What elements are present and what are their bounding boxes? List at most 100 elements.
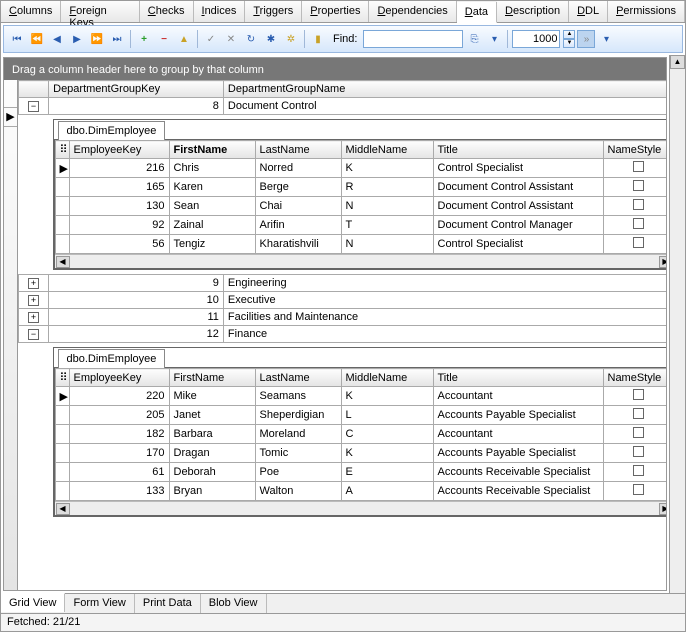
col-firstname[interactable]: FirstName (169, 369, 255, 387)
nav-first-icon[interactable]: ⏮ (8, 30, 26, 48)
cell-groupname[interactable]: Document Control (223, 98, 666, 115)
table-row[interactable]: 182BarbaraMorelandCAccountant (55, 425, 666, 444)
cell-namestyle[interactable] (603, 159, 666, 178)
cell-lastname[interactable]: Walton (255, 482, 341, 501)
checkbox-icon[interactable] (633, 427, 644, 438)
table-row[interactable]: ▶216ChrisNorredKControl Specialist (55, 159, 666, 178)
checkbox-icon[interactable] (633, 484, 644, 495)
col-middlename[interactable]: MiddleName (341, 369, 433, 387)
table-row[interactable]: 205JanetSheperdigianLAccounts Payable Sp… (55, 406, 666, 425)
cell-groupname[interactable]: Executive (223, 292, 666, 309)
cell-groupkey[interactable]: 9 (49, 275, 224, 292)
cell-title[interactable]: Control Specialist (433, 159, 603, 178)
cell-firstname[interactable]: Bryan (169, 482, 255, 501)
cell-lastname[interactable]: Chai (255, 197, 341, 216)
cell-groupkey[interactable]: 8 (49, 98, 224, 115)
find-input[interactable] (363, 30, 463, 48)
expand-icon[interactable]: + (28, 295, 39, 306)
cell-middlename[interactable]: K (341, 444, 433, 463)
cell-middlename[interactable]: N (341, 235, 433, 254)
bottom-tab-grid-view[interactable]: Grid View (1, 593, 65, 612)
col-title[interactable]: Title (433, 369, 603, 387)
filter-icon[interactable]: ▮ (309, 30, 327, 48)
table-row[interactable]: 61DeborahPoeEAccounts Receivable Special… (55, 463, 666, 482)
checkbox-icon[interactable] (633, 237, 644, 248)
table-row[interactable]: 130SeanChaiNDocument Control Assistant (55, 197, 666, 216)
tab-columns[interactable]: Columns (1, 1, 61, 22)
scroll-left-icon[interactable]: ◀ (56, 503, 70, 515)
bottom-tab-form-view[interactable]: Form View (65, 594, 134, 613)
col-middlename[interactable]: MiddleName (341, 141, 433, 159)
detail-tab[interactable]: dbo.DimEmployee (58, 349, 166, 368)
refresh-icon[interactable]: ↻ (242, 30, 260, 48)
table-row[interactable]: 165KarenBergeRDocument Control Assistant (55, 178, 666, 197)
table-row[interactable]: 133BryanWaltonAAccounts Receivable Speci… (55, 482, 666, 501)
cell-namestyle[interactable] (603, 406, 666, 425)
cell-title[interactable]: Document Control Assistant (433, 197, 603, 216)
tab-checks[interactable]: Checks (140, 1, 194, 22)
cell-title[interactable]: Accountant (433, 425, 603, 444)
scroll-right-icon[interactable]: ▶ (659, 256, 667, 268)
bottom-tab-blob-view[interactable]: Blob View (201, 594, 267, 613)
cell-firstname[interactable]: Barbara (169, 425, 255, 444)
cell-employeekey[interactable]: 56 (69, 235, 169, 254)
tab-ddl[interactable]: DDL (569, 1, 608, 22)
cell-title[interactable]: Accountant (433, 387, 603, 406)
cell-employeekey[interactable]: 165 (69, 178, 169, 197)
table-row[interactable]: 56TengizKharatishviliNControl Specialist (55, 235, 666, 254)
cell-middlename[interactable]: E (341, 463, 433, 482)
cell-middlename[interactable]: K (341, 159, 433, 178)
fetch-next-icon[interactable]: » (577, 30, 595, 48)
cell-employeekey[interactable]: 205 (69, 406, 169, 425)
col-employeekey[interactable]: EmployeeKey (69, 141, 169, 159)
collapse-icon[interactable]: − (28, 329, 39, 340)
cell-firstname[interactable]: Janet (169, 406, 255, 425)
checkbox-icon[interactable] (633, 199, 644, 210)
cell-namestyle[interactable] (603, 178, 666, 197)
cell-employeekey[interactable]: 170 (69, 444, 169, 463)
bottom-tab-print-data[interactable]: Print Data (135, 594, 201, 613)
delete-icon[interactable]: − (155, 30, 173, 48)
expand-icon[interactable]: + (28, 278, 39, 289)
col-departmentgroupname[interactable]: DepartmentGroupName (223, 81, 666, 98)
spin-down-icon[interactable]: ▼ (563, 39, 575, 48)
scroll-left-icon[interactable]: ◀ (56, 256, 70, 268)
cell-firstname[interactable]: Dragan (169, 444, 255, 463)
cancel-icon[interactable]: ✕ (222, 30, 240, 48)
scroll-up-icon[interactable]: ▲ (670, 55, 685, 69)
table-row[interactable]: 170DraganTomicKAccounts Payable Speciali… (55, 444, 666, 463)
cell-lastname[interactable]: Poe (255, 463, 341, 482)
cell-namestyle[interactable] (603, 387, 666, 406)
cell-title[interactable]: Accounts Receivable Specialist (433, 463, 603, 482)
cell-groupname[interactable]: Facilities and Maintenance (223, 309, 666, 326)
cell-lastname[interactable]: Berge (255, 178, 341, 197)
cell-title[interactable]: Accounts Payable Specialist (433, 444, 603, 463)
cell-namestyle[interactable] (603, 197, 666, 216)
cell-employeekey[interactable]: 61 (69, 463, 169, 482)
cell-middlename[interactable]: C (341, 425, 433, 444)
find-options-icon[interactable]: ⎘ (465, 30, 483, 48)
scroll-right-icon[interactable]: ▶ (659, 503, 667, 515)
cell-title[interactable]: Accounts Receivable Specialist (433, 482, 603, 501)
cell-lastname[interactable]: Norred (255, 159, 341, 178)
horizontal-scrollbar[interactable]: ◀▶ (55, 254, 667, 268)
checkbox-icon[interactable] (633, 161, 644, 172)
cell-lastname[interactable]: Tomic (255, 444, 341, 463)
cell-lastname[interactable]: Arifin (255, 216, 341, 235)
col-title[interactable]: Title (433, 141, 603, 159)
cell-firstname[interactable]: Mike (169, 387, 255, 406)
page-size-input[interactable] (512, 30, 560, 48)
cell-namestyle[interactable] (603, 425, 666, 444)
cell-middlename[interactable]: R (341, 178, 433, 197)
group-row[interactable]: +9Engineering (19, 275, 667, 292)
tab-triggers[interactable]: Triggers (245, 1, 302, 22)
group-row[interactable]: −12Finance (19, 326, 667, 343)
col-departmentgroupkey[interactable]: DepartmentGroupKey (49, 81, 224, 98)
horizontal-scrollbar[interactable]: ◀▶ (55, 501, 667, 515)
cell-groupkey[interactable]: 12 (49, 326, 224, 343)
checkbox-icon[interactable] (633, 465, 644, 476)
cell-lastname[interactable]: Kharatishvili (255, 235, 341, 254)
edit-icon[interactable]: ▲ (175, 30, 193, 48)
spin-up-icon[interactable]: ▲ (563, 30, 575, 39)
nav-last-icon[interactable]: ⏭ (108, 30, 126, 48)
